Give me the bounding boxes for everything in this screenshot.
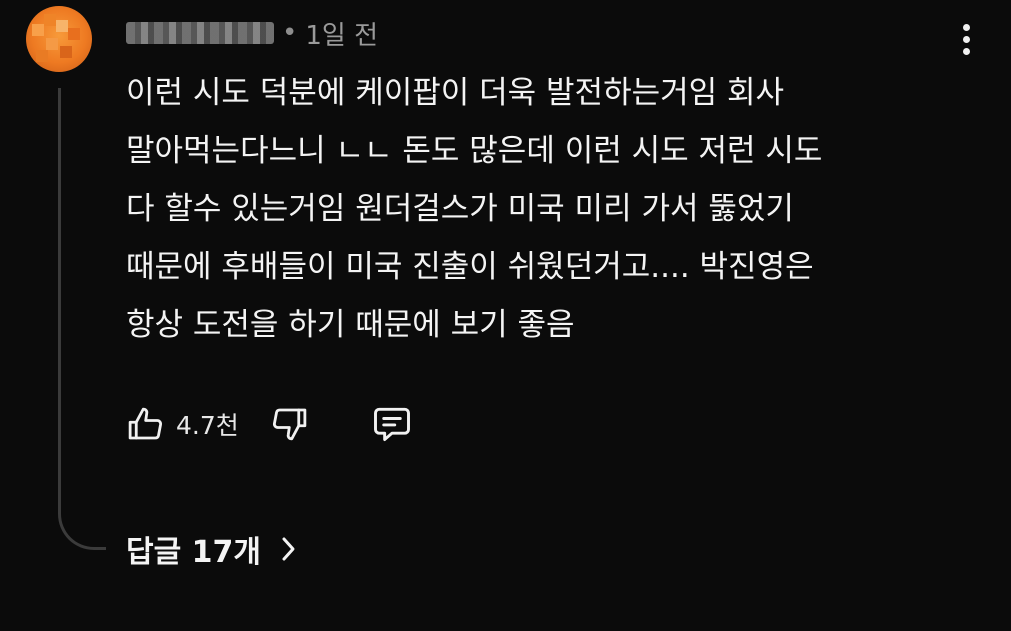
dislike-button[interactable] <box>267 401 313 447</box>
reply-button[interactable] <box>369 401 415 447</box>
thumbs-up-icon <box>128 407 163 440</box>
comment-line: 이런 시도 덕분에 케이팝이 더욱 발전하는거임 회사 <box>126 75 785 111</box>
avatar-pixel <box>56 20 68 32</box>
comment-line: 말아먹는다느니 ㄴㄴ 돈도 많은데 이런 시도 저런 시도 <box>126 133 823 169</box>
chevron-right-icon <box>277 536 299 562</box>
avatar-pixel <box>44 14 56 26</box>
more-vertical-icon <box>959 24 973 55</box>
more-options-button[interactable] <box>959 24 973 60</box>
avatar-pixel <box>36 50 48 62</box>
like-count: 4.7천 <box>176 411 239 440</box>
comment-line: 때문에 후배들이 미국 진출이 쉬웠던거고.... 박진영은 <box>126 249 814 285</box>
replies-label: 답글 17개 <box>126 535 261 570</box>
comment-timestamp[interactable]: 1일 전 <box>305 15 378 52</box>
thumbs-down-icon <box>272 408 307 441</box>
avatar-pixel <box>60 46 72 58</box>
reply-thread-line <box>58 88 106 550</box>
comment-text: 이런 시도 덕분에 케이팝이 더욱 발전하는거임 회사 말아먹는다느니 ㄴㄴ 돈… <box>126 64 916 354</box>
avatar-pixel <box>46 38 58 50</box>
comment-actions: 4.7천 <box>122 396 415 452</box>
user-avatar[interactable] <box>26 6 92 72</box>
like-button[interactable] <box>122 401 168 447</box>
view-replies-button[interactable]: 답글 17개 <box>126 524 299 574</box>
avatar-pixel <box>68 28 80 40</box>
username-blurred[interactable] <box>126 22 274 44</box>
comment-icon <box>373 407 410 442</box>
comment-line: 다 할수 있는거임 원더걸스가 미국 미리 가서 뚫었기 <box>126 191 794 227</box>
avatar-pixel <box>32 24 44 36</box>
comment-meta: • 1일 전 <box>126 15 378 52</box>
meta-separator: • <box>282 18 298 48</box>
comment-line: 항상 도전을 하기 때문에 보기 좋음 <box>126 307 575 343</box>
